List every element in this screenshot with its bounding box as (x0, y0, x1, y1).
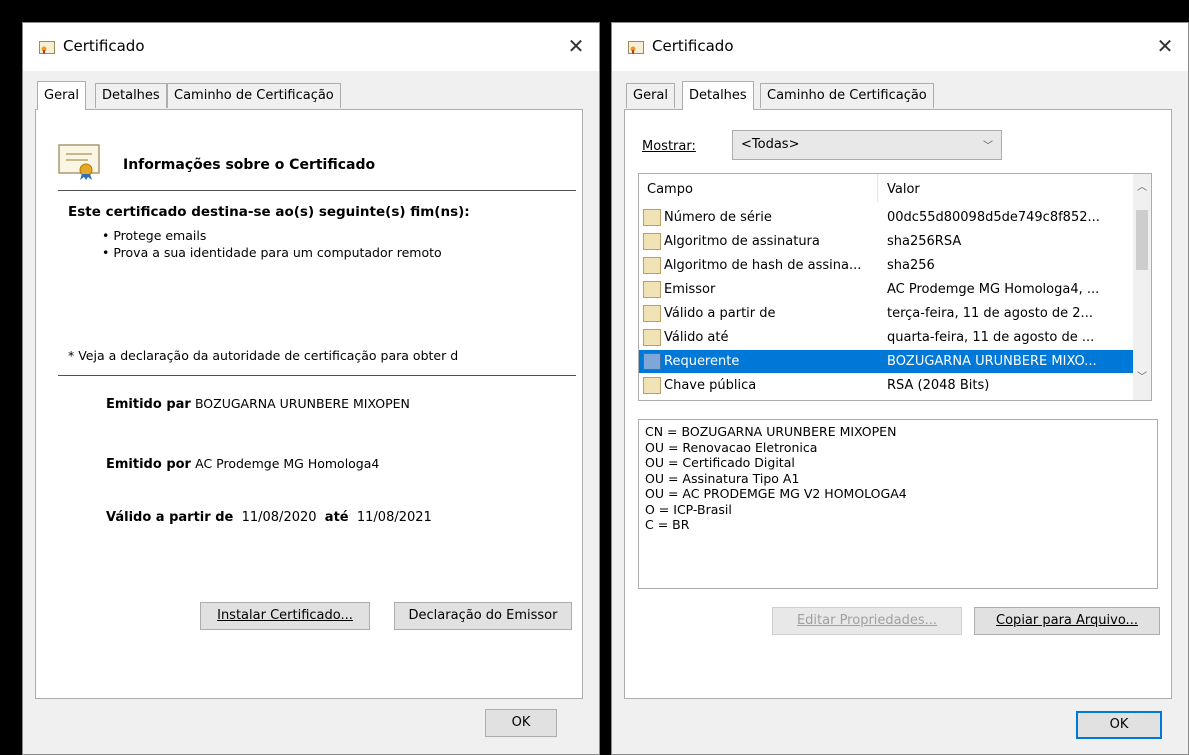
certificate-dialog-general: Certificado ✕ Geral Detalhes Caminho de … (22, 22, 600, 755)
table-row[interactable]: Requerente BOZUGARNA URUNBERE MIXO... (639, 350, 1133, 373)
table-row[interactable]: Válido até quarta-feira, 11 de agosto de … (639, 326, 1133, 349)
purpose-heading: Este certificado destina-se ao(s) seguin… (68, 204, 470, 220)
issued-to-label: Emitido par (106, 397, 191, 412)
detail-line: OU = Assinatura Tipo A1 (645, 470, 800, 486)
install-certificate-button[interactable]: Instalar Certificado... (200, 602, 370, 630)
valid-to-value: 11/08/2021 (356, 510, 432, 525)
valid-from-value: 11/08/2020 (241, 510, 317, 525)
field-value: sha256RSA (887, 234, 962, 249)
field-value: BOZUGARNA URUNBERE MIXO... (887, 354, 1097, 369)
certificate-field-icon (643, 353, 661, 370)
certificate-field-icon (643, 305, 661, 322)
certificate-field-icon (643, 209, 661, 226)
field-name: Válido até (664, 330, 729, 345)
certificate-field-icon (643, 233, 661, 250)
title-bar: Certificado ✕ (23, 23, 599, 71)
list-header: Campo Valor (639, 174, 1133, 206)
scroll-up-icon[interactable]: ︿ (1133, 178, 1151, 198)
chevron-down-icon: ﹀ (983, 141, 993, 152)
tab-certification-path[interactable]: Caminho de Certificação (167, 83, 341, 108)
field-name: Emissor (664, 282, 716, 297)
field-detail-text[interactable]: CN = BOZUGARNA URUNBERE MIXOPEN OU = Ren… (638, 419, 1158, 589)
detail-line: CN = BOZUGARNA URUNBERE MIXOPEN (645, 424, 897, 439)
field-name: Chave pública (664, 378, 757, 393)
certificate-field-icon (643, 377, 661, 394)
field-name: Válido a partir de (664, 306, 776, 321)
copy-to-file-button[interactable]: Copiar para Arquivo... (974, 607, 1160, 635)
table-row[interactable]: Número de série 00dc55d80098d5de749c8f852… (639, 206, 1133, 229)
fields-list[interactable]: Campo Valor Número de série 00dc55d80098d… (638, 173, 1152, 401)
field-value: sha256 (887, 258, 935, 273)
tab-certification-path[interactable]: Caminho de Certificação (760, 83, 934, 108)
tab-details[interactable]: Detalhes (95, 83, 167, 108)
tab-details[interactable]: Detalhes (682, 81, 754, 110)
detail-line: O = ICP-Brasil (645, 501, 732, 517)
issued-to-value: BOZUGARNA URUNBERE MIXOPEN (194, 396, 410, 411)
show-dropdown[interactable]: <Todas> ﹀ (732, 130, 1002, 160)
field-value: quarta-feira, 11 de agosto de ... (887, 330, 1095, 345)
divider (58, 190, 576, 191)
certificate-icon (628, 41, 644, 54)
field-name: Requerente (664, 354, 740, 369)
field-value: RSA (2048 Bits) (887, 378, 990, 393)
certificate-field-icon (643, 281, 661, 298)
field-name: Algoritmo de hash de assina... (664, 258, 862, 273)
edit-properties-button[interactable]: Editar Propriedades... (772, 607, 962, 635)
table-row[interactable]: Algoritmo de hash de assina... sha256 (639, 254, 1133, 277)
show-label: Mostrar: (642, 139, 696, 154)
certificate-dialog-details: Certificado ✕ Geral Detalhes Caminho de … (611, 22, 1189, 755)
certificate-field-icon (643, 329, 661, 346)
table-row[interactable]: Algoritmo de assinatura sha256RSA (639, 230, 1133, 253)
detail-line: OU = Certificado Digital (645, 455, 795, 470)
table-row[interactable]: Válido a partir de terça-feira, 11 de ago… (639, 302, 1133, 325)
scroll-thumb[interactable] (1136, 210, 1148, 270)
vertical-scrollbar[interactable]: ︿ ﹀ (1133, 174, 1151, 400)
valid-to-label: até (324, 510, 349, 525)
field-name: Número de série (664, 210, 772, 225)
field-value: 00dc55d80098d5de749c8f852... (887, 210, 1100, 225)
dialog-title: Certificado (652, 37, 734, 55)
field-value: terça-feira, 11 de agosto de 2... (887, 306, 1093, 321)
info-title: Informações sobre o Certificado (123, 157, 376, 173)
ok-button[interactable]: OK (1076, 711, 1162, 739)
column-header-value[interactable]: Valor (887, 182, 920, 197)
detail-line: OU = Renovacao Eletronica (645, 439, 818, 455)
table-row[interactable]: Chave pública RSA (2048 Bits) (639, 374, 1133, 397)
valid-from-label: Válido a partir de (106, 510, 234, 525)
authority-note: * Veja a declaração da autoridade de cer… (68, 348, 459, 363)
certificate-icon (58, 144, 100, 180)
issued-by: Emitido por AC Prodemge MG Homologa4 (106, 456, 379, 472)
certificate-icon (39, 41, 55, 54)
issued-to: Emitido par BOZUGARNA URUNBERE MIXOPEN (106, 396, 410, 412)
show-dropdown-value: <Todas> (741, 137, 800, 152)
purpose-item: • Protege emails (102, 228, 207, 243)
close-icon[interactable]: ✕ (1150, 31, 1180, 61)
ok-button[interactable]: OK (485, 709, 557, 737)
tab-general[interactable]: Geral (626, 83, 675, 108)
issued-by-value: AC Prodemge MG Homologa4 (195, 456, 380, 471)
certificate-field-icon (643, 257, 661, 274)
title-bar: Certificado ✕ (612, 23, 1188, 71)
close-icon[interactable]: ✕ (561, 31, 591, 61)
field-value: AC Prodemge MG Homologa4, ... (887, 282, 1100, 297)
issued-by-label: Emitido por (106, 457, 191, 472)
general-panel: Informações sobre o Certificado Este cer… (35, 109, 583, 699)
divider (58, 375, 576, 376)
scroll-down-icon[interactable]: ﹀ (1133, 368, 1151, 388)
purpose-item: • Prova a sua identidade para um computa… (102, 245, 442, 260)
field-name: Algoritmo de assinatura (664, 234, 820, 249)
column-separator[interactable] (877, 174, 878, 202)
detail-line: C = BR (645, 517, 690, 532)
issuer-statement-button[interactable]: Declaração do Emissor (394, 602, 572, 630)
dialog-title: Certificado (63, 37, 145, 55)
validity: Válido a partir de 11/08/2020 até 11/08/… (106, 510, 432, 525)
table-row[interactable]: Emissor AC Prodemge MG Homologa4, ... (639, 278, 1133, 301)
tab-general[interactable]: Geral (37, 81, 86, 110)
detail-line: OU = AC PRODEMGE MG V2 HOMOLOGA4 (645, 486, 907, 501)
column-header-field[interactable]: Campo (647, 182, 693, 197)
